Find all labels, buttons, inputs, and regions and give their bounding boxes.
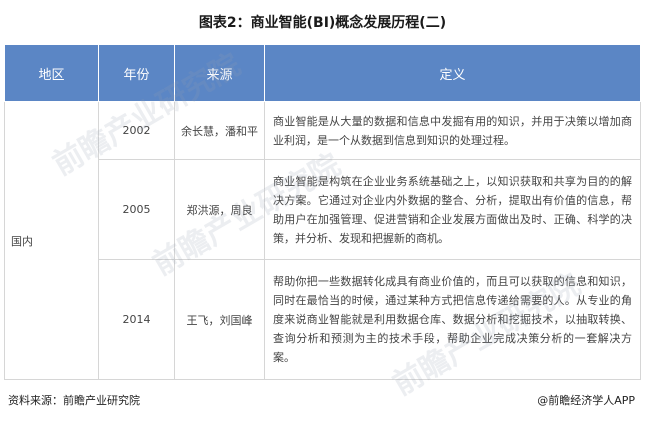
source-note: 资料来源：前瞻产业研究院 [8,394,140,407]
brand-note: @前瞻经济学人APP [537,394,635,407]
header-year: 年份 [98,44,175,102]
year-cell: 2005 [98,159,175,260]
source-cell: 余长慧，潘和平 [174,101,265,160]
header-source: 来源 [174,44,265,102]
source-cell: 王飞，刘国峰 [174,259,265,380]
header-region: 地区 [4,44,99,102]
year-cell: 2014 [98,259,175,380]
definition-cell: 商业智能是构筑在企业业务系统基础之上，以知识获取和共享为目的的解决方案。它通过对… [264,159,641,260]
table-row: 国内 2002 余长慧，潘和平 商业智能是从大量的数据和信息中发掘有用的知识，并… [4,101,641,380]
year-cell: 2002 [98,101,175,160]
figure-title: 图表2：商业智能(BI)概念发展历程(二) [198,15,447,31]
definition-cell: 帮助你把一些数据转化成具有商业价值的，而且可以获取的信息和知识，同时在最恰当的时… [264,259,641,380]
definition-cell: 商业智能是从大量的数据和信息中发掘有用的知识，并用于决策以增加商业利润，是一个从… [264,101,641,160]
table-row: 2014 王飞，刘国峰 帮助你把一些数据转化成具有商业价值的，而且可以获取的信息… [5,259,641,380]
concept-table: 地区 年份 来源 定义 国内 2002 余长慧，潘和平 商业智能是从大量的数据和… [4,44,641,380]
source-cell: 郑洪源，周良 [174,159,265,260]
header-definition: 定义 [264,44,641,102]
table-row: 2005 郑洪源，周良 商业智能是构筑在企业业务系统基础之上，以知识获取和共享为… [5,159,641,260]
region-cell: 国内 [4,101,99,380]
table-header-row: 地区 年份 来源 定义 [4,44,641,102]
